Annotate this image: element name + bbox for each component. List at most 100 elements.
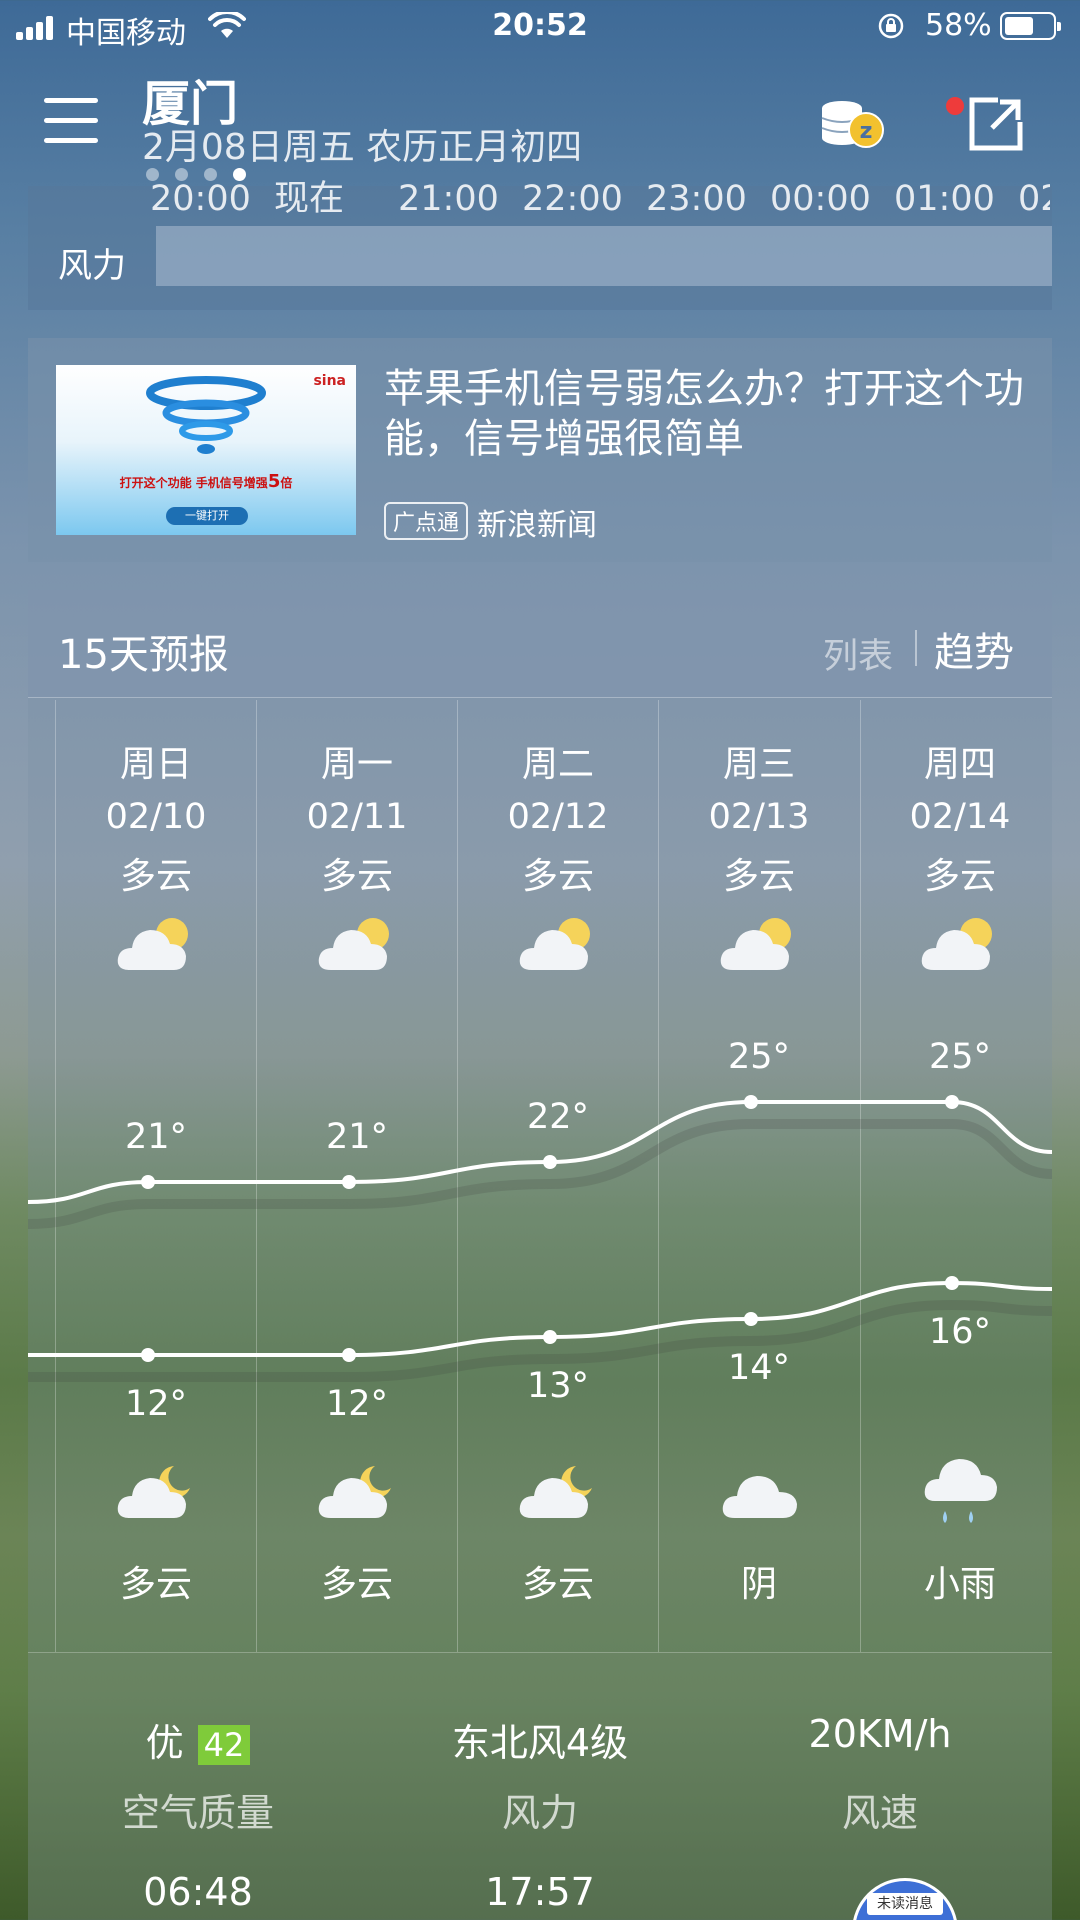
high-temp-line-point — [945, 1095, 959, 1109]
sunrise-time: 06:48 — [143, 1870, 253, 1914]
wifi-signal-icon — [146, 376, 266, 454]
wind-direction: 东北风4级 — [451, 1721, 629, 1765]
coins-icon[interactable]: z — [820, 98, 886, 150]
svg-text:z: z — [860, 119, 873, 144]
low-temp-line-point — [543, 1330, 557, 1344]
hour-label: 现在 — [274, 179, 345, 214]
low-temp-line-label: 12° — [326, 1384, 388, 1420]
aqi-badge: 42 — [197, 1725, 251, 1765]
high-temp-line-label: 25° — [929, 1037, 991, 1077]
weekday: 周日 — [119, 744, 192, 785]
low-temp-line-point — [342, 1348, 356, 1362]
view-trend-tab[interactable]: 趋势 — [934, 620, 1014, 678]
weekday: 周一 — [320, 744, 393, 785]
night-weather: 阴 — [740, 1564, 777, 1605]
menu-icon[interactable] — [44, 98, 98, 144]
weekday: 周四 — [923, 744, 996, 785]
partly-cloudy-day-icon — [720, 918, 791, 970]
air-quality[interactable]: 优 42 — [98, 1712, 298, 1767]
high-temp-line-point — [744, 1095, 758, 1109]
low-temp-line-point — [945, 1276, 959, 1290]
day-weather: 多云 — [320, 856, 393, 897]
high-temp-line-label: 21° — [125, 1117, 187, 1157]
aqi-text: 优 — [145, 1721, 184, 1765]
low-temp-line-point — [744, 1312, 758, 1326]
forecast-day-column[interactable]: 周二 02/12 多云 — [458, 735, 658, 899]
forecast-day-column[interactable]: 周三 02/13 多云 — [659, 735, 859, 899]
high-temp-line-point — [342, 1175, 356, 1189]
hour-label: 20:00 — [150, 179, 251, 214]
low-temp-line-label: 12° — [125, 1384, 187, 1420]
ad-image-text: 打开这个功能 手机信号增强5倍 — [119, 471, 293, 492]
wind-speed: 20KM/h — [808, 1712, 952, 1756]
partly-cloudy-day-icon — [318, 918, 389, 970]
forecast-title: 15天预报 — [58, 632, 229, 678]
partly-cloudy-day-icon — [921, 918, 992, 970]
date: 02/12 — [507, 797, 609, 837]
day-weather: 多云 — [119, 856, 192, 897]
partly-cloudy-night-icon — [117, 1466, 190, 1518]
clock: 20:52 — [492, 8, 588, 43]
night-weather: 多云 — [119, 1564, 192, 1605]
day-weather: 多云 — [923, 856, 996, 897]
partly-cloudy-day-icon — [519, 918, 590, 970]
battery-icon — [1000, 12, 1061, 40]
date: 02/13 — [708, 797, 810, 837]
wind-label: 风力 — [501, 1791, 578, 1835]
high-temp-line-label: 22° — [527, 1097, 589, 1137]
cloudy-icon — [722, 1476, 797, 1518]
sina-logo: sina — [313, 373, 346, 389]
partly-cloudy-night-icon — [318, 1466, 391, 1518]
rotation-lock-icon — [878, 13, 904, 39]
day-weather: 多云 — [521, 856, 594, 897]
forecast-day-column[interactable]: 周四 02/14 多云 — [860, 735, 1060, 899]
share-icon[interactable] — [968, 96, 1024, 152]
aqi-label: 空气质量 — [121, 1791, 274, 1835]
battery-percent: 58% — [925, 8, 992, 43]
low-temp-line — [28, 1280, 1052, 1357]
ad-title[interactable]: 苹果手机信号弱怎么办？打开这个功能，信号增强很简单 — [384, 364, 1024, 464]
date: 02/14 — [909, 797, 1011, 837]
ad-image-button: 一键打开 — [166, 507, 248, 525]
date: 02/10 — [105, 797, 207, 837]
tab-divider — [915, 630, 917, 666]
forecast-day-column[interactable]: 周日 02/10 多云 — [56, 735, 256, 899]
date-lunar: 2月08日周五 农历正月初四 — [142, 127, 583, 168]
high-temp-line-point — [141, 1175, 155, 1189]
wind-bar — [156, 226, 1052, 286]
date: 02/11 — [306, 797, 408, 837]
day-weather: 多云 — [722, 856, 795, 897]
low-temp-line-label: 16° — [929, 1312, 991, 1352]
view-list-tab[interactable]: 列表 — [823, 628, 893, 679]
status-bar: 中国移动 20:52 58% — [0, 0, 1080, 54]
high-temp-line-label: 21° — [326, 1117, 388, 1157]
hour-label: 00:00 — [770, 179, 871, 214]
hour-label: 23:00 — [646, 179, 747, 214]
light-rain-icon — [924, 1459, 997, 1523]
partly-cloudy-day-icon — [117, 918, 188, 970]
unread-label: 未读消息 — [867, 1893, 943, 1915]
high-temp-line-label: 25° — [728, 1037, 790, 1077]
sunset-time: 17:57 — [485, 1870, 595, 1914]
ad-tag: 广点通 — [384, 502, 469, 540]
temperature-trend-chart: 21° 21° 22° 25° 25° 12° 12° 13° 14° 16° — [28, 1037, 1052, 1420]
notification-dot — [946, 97, 964, 115]
weekday: 周二 — [521, 744, 594, 785]
ad-image[interactable]: sina 打开这个功能 手机信号增强5倍 一键打开 — [56, 365, 356, 535]
weekday: 周三 — [722, 744, 795, 785]
hour-label: 21:00 — [398, 179, 499, 214]
hour-label: 02 — [1018, 179, 1050, 214]
ad-source: 新浪新闻 — [477, 508, 597, 543]
low-temp-line-label: 13° — [527, 1366, 589, 1406]
night-weather: 多云 — [521, 1564, 594, 1605]
forecast-day-column[interactable]: 周一 02/11 多云 — [257, 735, 457, 899]
low-temp-line-label: 14° — [728, 1348, 790, 1388]
night-weather: 小雨 — [923, 1564, 996, 1605]
high-temp-line-point — [543, 1155, 557, 1169]
wind-row-label: 风力 — [58, 246, 126, 286]
hour-label: 01:00 — [894, 179, 995, 214]
speed-label: 风速 — [841, 1791, 918, 1835]
hourly-times[interactable]: 20:00 现在 21:00 22:00 23:00 00:00 01:00 02 — [150, 170, 1050, 214]
hour-label: 22:00 — [522, 179, 623, 214]
partly-cloudy-night-icon — [519, 1466, 592, 1518]
